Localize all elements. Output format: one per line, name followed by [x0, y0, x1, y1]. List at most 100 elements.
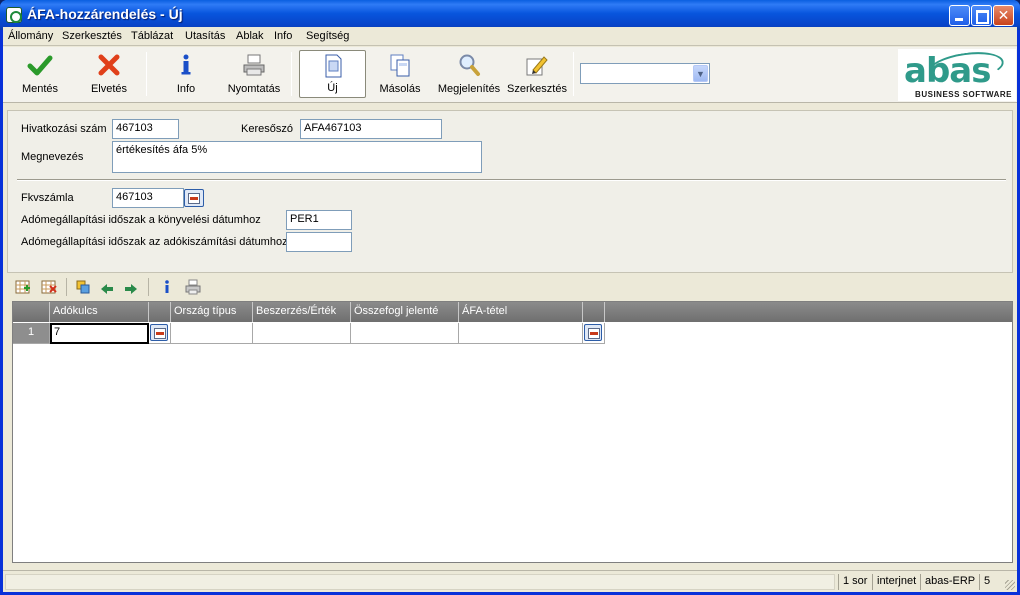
name-field[interactable]: értékesítés áfa 5% — [112, 141, 482, 173]
tax-rate-lookup-icon[interactable] — [150, 324, 168, 341]
discard-button[interactable]: Elvetés — [81, 50, 137, 98]
discard-label: Elvetés — [90, 83, 128, 95]
toolbar: Mentés Elvetés Info Nyomtatás Új Másolás… — [3, 47, 1017, 103]
account-field[interactable]: 467103 — [112, 188, 184, 208]
status-app: abas-ERP — [920, 574, 979, 590]
vat-item-cell[interactable] — [459, 323, 583, 344]
chevron-down-icon[interactable]: ▼ — [693, 65, 708, 82]
table-row: 1 7 — [13, 323, 605, 344]
info-label: Info — [176, 83, 196, 95]
new-label: Új — [327, 82, 338, 94]
info-button[interactable]: Info — [161, 50, 211, 98]
keyword-field[interactable]: AFA467103 — [300, 119, 442, 139]
column-header[interactable]: Beszerzés/Érték — [253, 302, 351, 322]
tax-rate-cell[interactable]: 7 — [50, 323, 149, 344]
purchase-value-cell[interactable] — [253, 323, 351, 344]
save-label: Mentés — [21, 83, 59, 95]
row-info-icon[interactable] — [159, 279, 175, 295]
row-number-header — [13, 302, 50, 322]
checkmark-icon — [27, 55, 53, 76]
summary-report-cell[interactable] — [351, 323, 459, 344]
vat-item-lookup-icon[interactable] — [584, 324, 602, 341]
cross-icon — [98, 54, 120, 76]
vat-item-lookup-cell — [583, 323, 605, 344]
save-button[interactable]: Mentés — [13, 50, 67, 98]
info-icon — [181, 54, 191, 75]
section-divider — [17, 179, 1006, 181]
column-header[interactable]: Összefogl jelenté — [351, 302, 459, 322]
copy-icon — [390, 54, 410, 77]
pencil-icon — [526, 56, 548, 76]
menu-bar: Állomány Szerkesztés Táblázat Utasítás A… — [3, 27, 1017, 46]
resize-grip-icon[interactable] — [1005, 580, 1015, 590]
status-message-area — [5, 574, 835, 590]
name-label: Megnevezés — [21, 151, 84, 163]
grid-toolbar-separator — [66, 278, 67, 296]
minimize-button[interactable] — [949, 5, 970, 26]
column-header[interactable]: Adókulcs — [50, 302, 149, 322]
menu-file[interactable]: Állomány — [8, 30, 53, 42]
move-up-icon[interactable] — [99, 279, 115, 295]
tax-rate-lookup-cell — [149, 323, 171, 344]
toolbar-separator — [146, 52, 147, 96]
app-window: ÁFA-hozzárendelés - Új Állomány Szerkesz… — [0, 0, 1020, 595]
copy-label: Másolás — [379, 83, 421, 95]
menu-window[interactable]: Ablak — [236, 30, 264, 42]
menu-help[interactable]: Segítség — [306, 30, 349, 42]
toolbar-combobox[interactable]: ▼ — [580, 63, 710, 84]
country-type-cell[interactable] — [171, 323, 253, 344]
maximize-button[interactable] — [971, 5, 992, 26]
copy-row-icon[interactable] — [75, 279, 91, 295]
delete-row-icon[interactable] — [41, 279, 57, 295]
status-number: 5 — [979, 574, 994, 590]
menu-table[interactable]: Táblázat — [131, 30, 173, 42]
toolbar-separator — [291, 52, 292, 96]
period-tax-label: Adómegállapítási időszak az adókiszámítá… — [21, 236, 288, 248]
magnifier-icon — [459, 54, 480, 76]
copy-button[interactable]: Másolás — [375, 50, 425, 98]
abas-logo: abas BUSINESS SOFTWARE — [898, 47, 1016, 101]
row-number[interactable]: 1 — [13, 323, 50, 344]
column-header — [149, 302, 171, 322]
move-down-icon[interactable] — [123, 279, 139, 295]
title-bar: ÁFA-hozzárendelés - Új — [0, 0, 1020, 30]
grid-toolbar-separator — [148, 278, 149, 296]
period-tax-field[interactable] — [286, 232, 352, 252]
menu-info[interactable]: Info — [274, 30, 292, 42]
print-button[interactable]: Nyomtatás — [225, 50, 283, 98]
status-bar: 1 sor interjnet abas-ERP 5 — [3, 570, 1017, 592]
period-booking-label: Adómegállapítási időszak a könyvelési dá… — [21, 214, 261, 226]
grid-toolbar — [7, 275, 1013, 299]
close-button[interactable] — [993, 5, 1014, 26]
edit-label: Szerkesztés — [507, 83, 567, 95]
column-header[interactable]: Ország típus — [171, 302, 253, 322]
keyword-label: Keresőszó — [241, 123, 293, 135]
account-lookup-icon[interactable] — [184, 189, 204, 207]
insert-row-icon[interactable] — [15, 279, 31, 295]
column-header — [583, 302, 605, 322]
ref-number-field[interactable]: 467103 — [112, 119, 179, 139]
toolbar-separator — [573, 52, 574, 96]
status-network: interjnet — [872, 574, 920, 590]
printer-icon — [243, 54, 265, 76]
account-label: Fkvszámla — [21, 192, 74, 204]
header-form: Hivatkozási szám 467103 Keresőszó AFA467… — [7, 110, 1013, 273]
new-button[interactable]: Új — [299, 50, 366, 98]
column-header[interactable]: ÁFA-tétel — [459, 302, 583, 322]
window-title: ÁFA-hozzárendelés - Új — [27, 6, 183, 22]
display-label: Megjelenítés — [437, 83, 501, 95]
period-booking-field[interactable]: PER1 — [286, 210, 352, 230]
status-rows: 1 sor — [838, 574, 871, 590]
app-icon — [6, 7, 22, 23]
edit-button[interactable]: Szerkesztés — [506, 50, 568, 98]
menu-edit[interactable]: Szerkesztés — [62, 30, 122, 42]
logo-subtitle: BUSINESS SOFTWARE — [915, 90, 1012, 99]
data-grid: Adókulcs Ország típus Beszerzés/Érték Ös… — [12, 301, 1013, 563]
print-label: Nyomtatás — [227, 83, 281, 95]
menu-command[interactable]: Utasítás — [185, 30, 225, 42]
ref-number-label: Hivatkozási szám — [21, 123, 107, 135]
logo-word: abas — [904, 51, 991, 91]
display-button[interactable]: Megjelenítés — [436, 50, 502, 98]
print-grid-icon[interactable] — [185, 279, 201, 295]
new-document-icon — [325, 54, 341, 78]
